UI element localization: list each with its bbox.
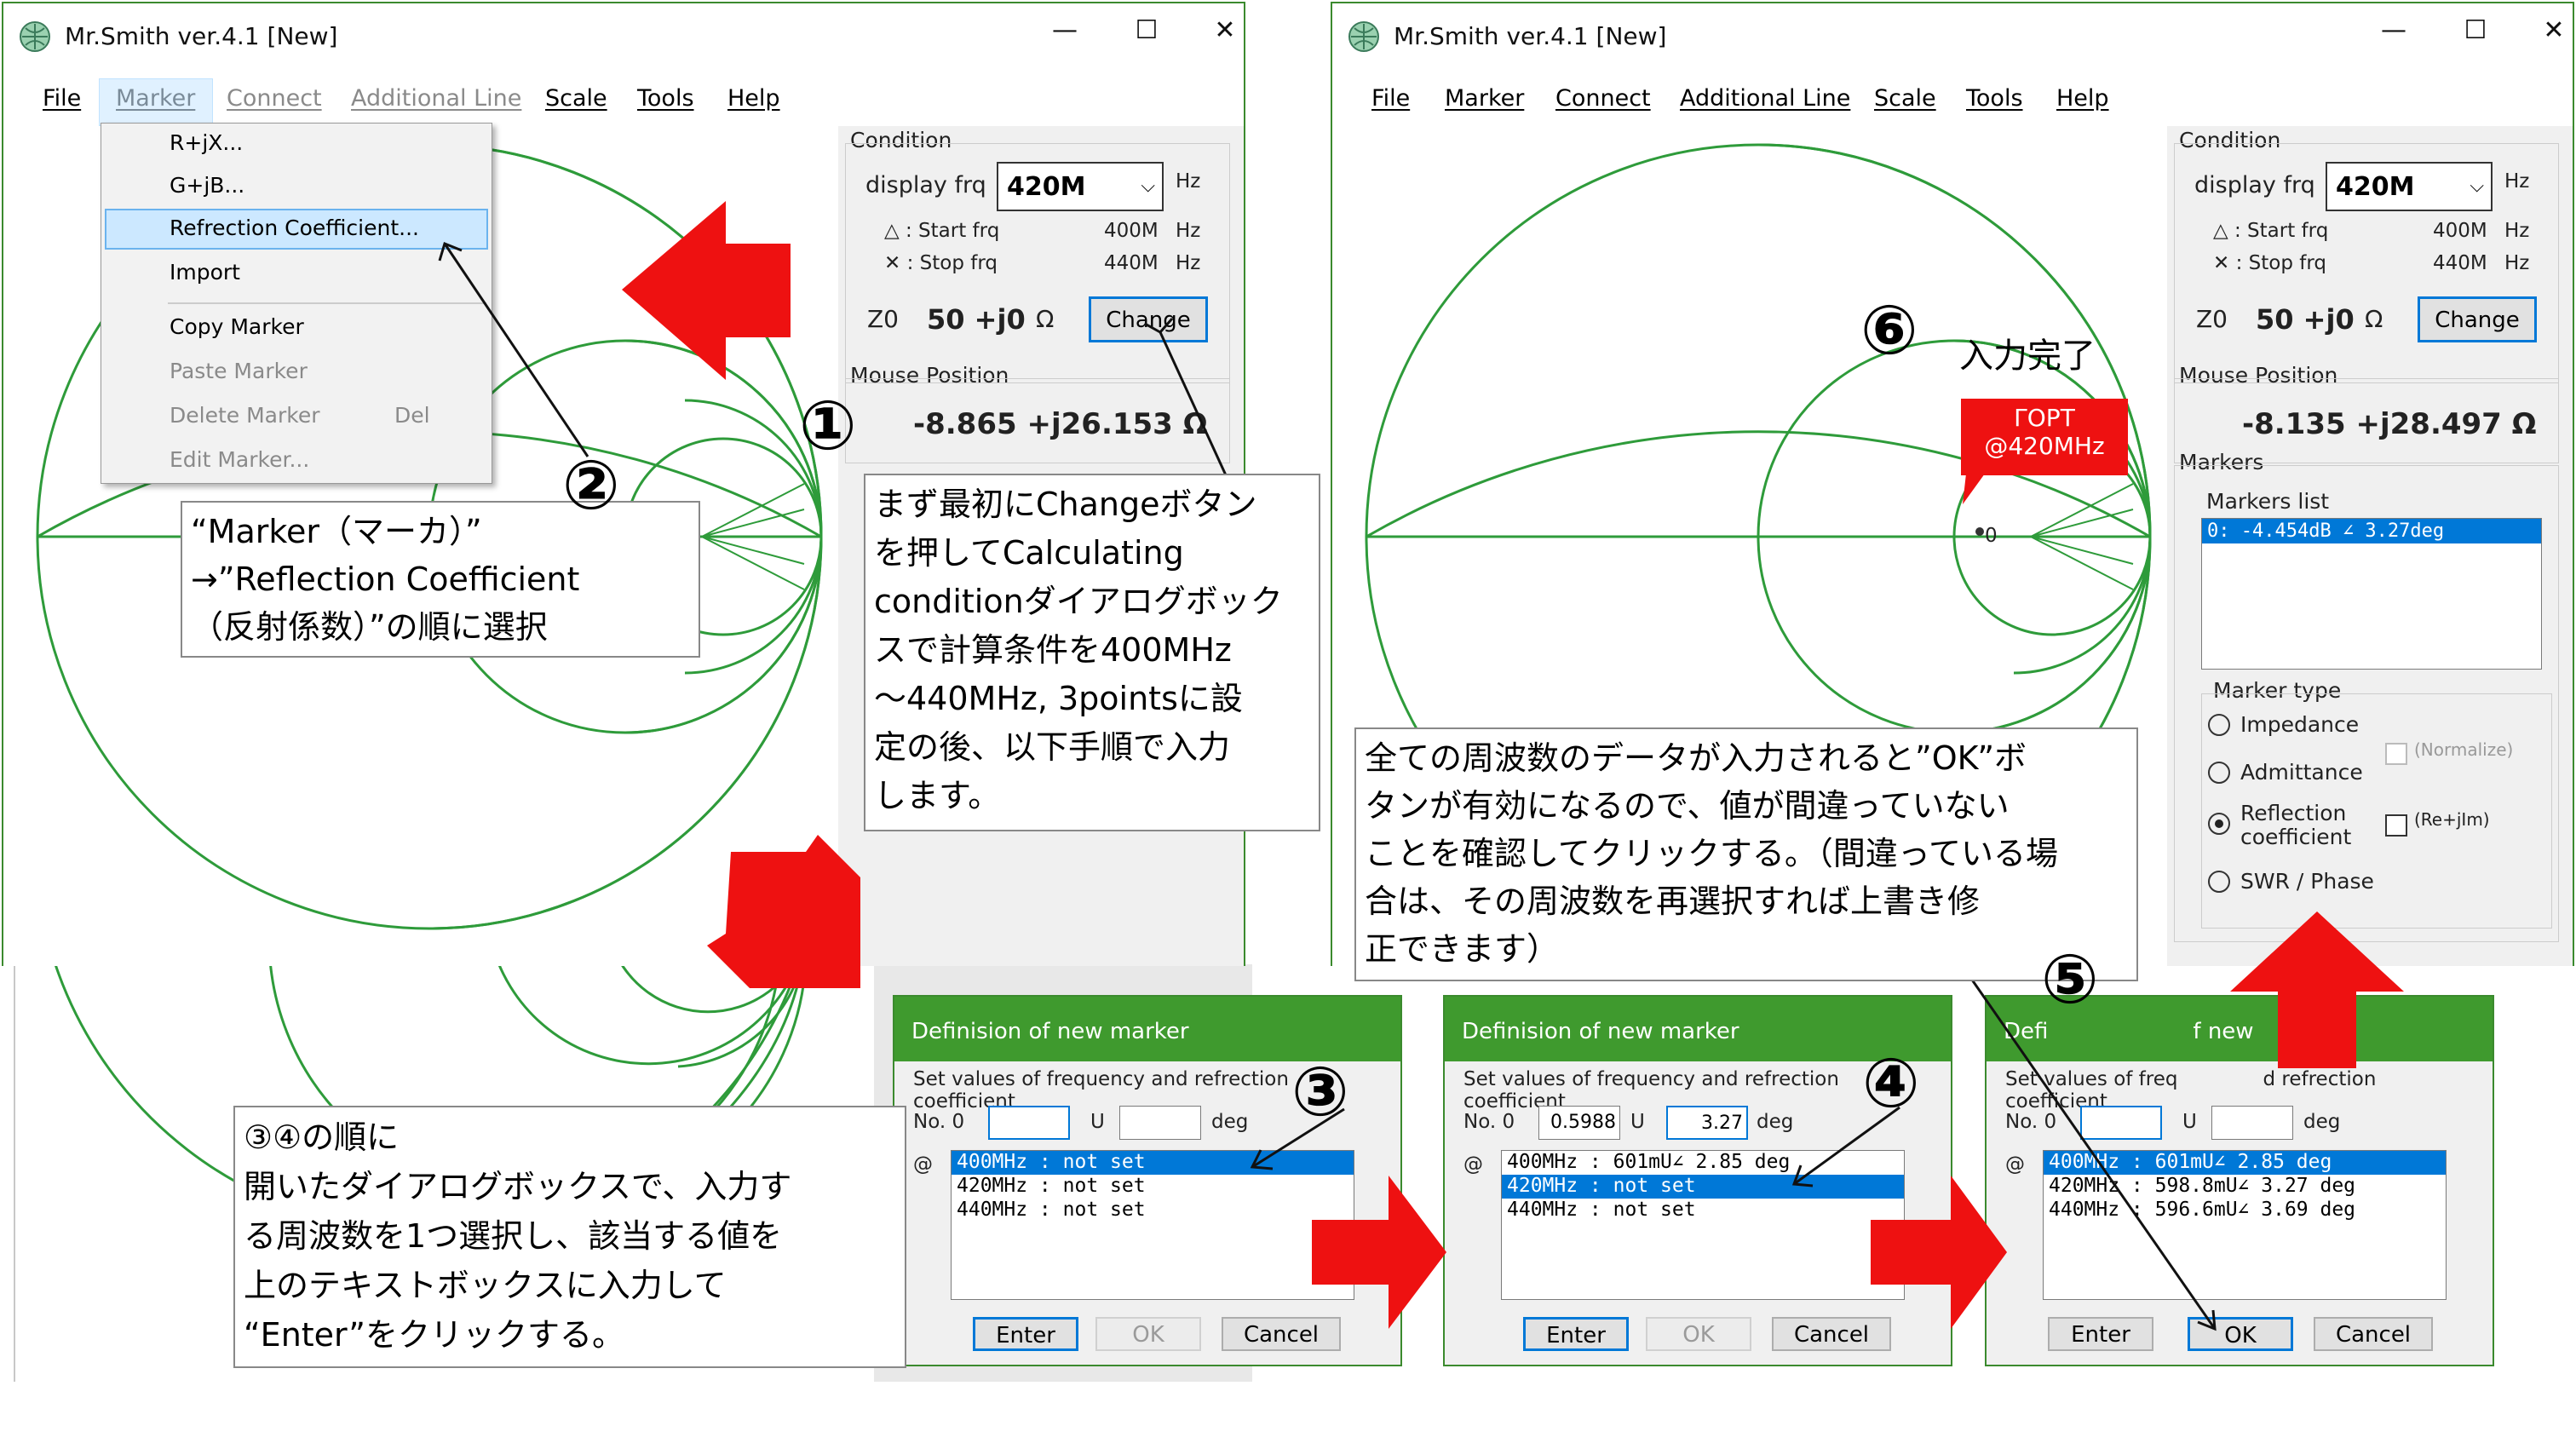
step-number-1: ① bbox=[799, 386, 857, 465]
pointer-line-1 bbox=[1159, 331, 1228, 478]
step-number-6: ⑥ bbox=[1860, 290, 1918, 370]
callout-step1: まず最初にChangeボタン を押してCalculating condition… bbox=[864, 474, 1320, 831]
callout-step3: ③④の順に 開いたダイアログボックスで、入力す る周波数を1つ選択し、該当する値… bbox=[233, 1106, 906, 1368]
red-arrow-left bbox=[622, 201, 791, 380]
pointer-line-2 bbox=[443, 243, 589, 457]
red-arrow-right-1 bbox=[1312, 1176, 1446, 1329]
red-arrow-up bbox=[2230, 911, 2404, 1068]
step-number-2: ② bbox=[562, 446, 620, 525]
callout-step6: 入力完了 bbox=[1959, 336, 2096, 376]
red-arrow-down-right-1 bbox=[707, 835, 860, 988]
callout-step5: 全ての周波数のデータが入力されると”OK”ボ タンが有効になるので、値が間違って… bbox=[1354, 727, 2138, 981]
step-number-5: ⑤ bbox=[2041, 940, 2099, 1019]
red-arrow-right-2 bbox=[1871, 1176, 2007, 1329]
step-number-4: ④ bbox=[1862, 1044, 1920, 1123]
callout-step2: “Marker（マーカ）” →”Reflection Coefficient （… bbox=[181, 501, 700, 658]
step-number-3: ③ bbox=[1291, 1052, 1349, 1131]
